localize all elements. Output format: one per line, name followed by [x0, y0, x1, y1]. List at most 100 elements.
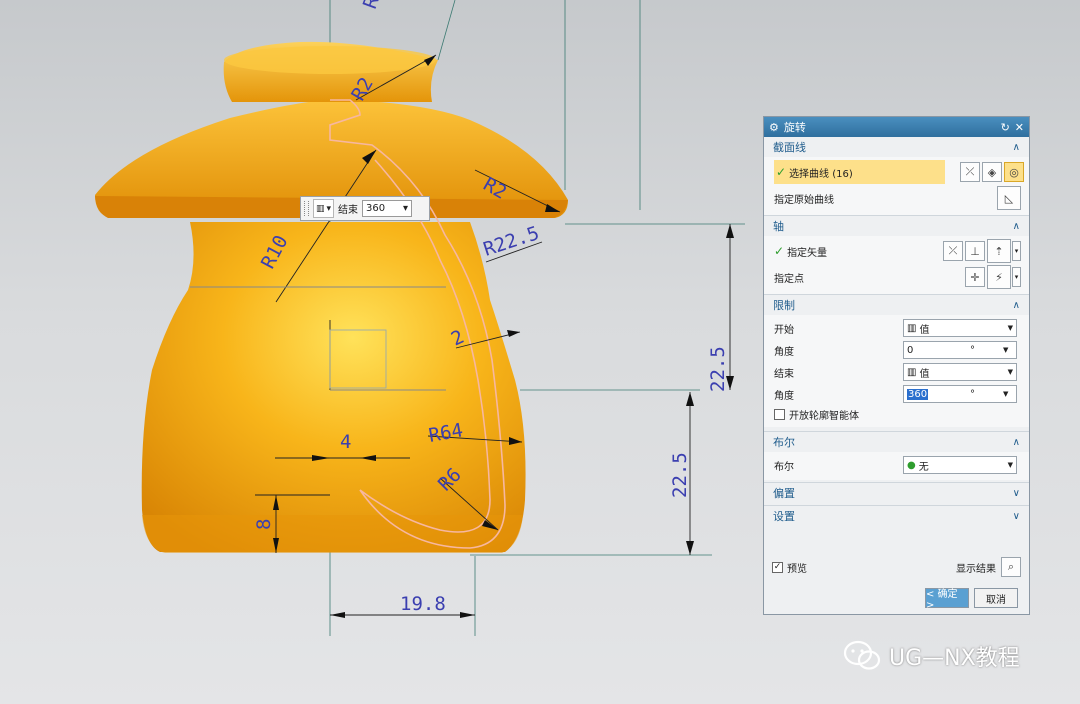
chevron-up-icon: ∧ [1012, 141, 1020, 153]
open-profile-checkbox[interactable] [774, 408, 785, 420]
end-type-select[interactable]: ▥ 值 ▼ [903, 363, 1017, 381]
dialog-title: 旋转 [783, 121, 806, 134]
cancel-button[interactable]: 取消 [974, 588, 1018, 608]
select-curve-label: 选择曲线 (16) [789, 168, 853, 180]
dialog-title-bar[interactable]: ⚙ 旋转 ↻ ✕ [764, 117, 1029, 137]
point-constructor-icon[interactable]: ✛ [965, 267, 985, 287]
close-icon[interactable]: ✕ [1015, 121, 1024, 134]
section-axis-header[interactable]: 轴 ∧ [764, 215, 1029, 236]
dim-22-5-lower[interactable]: 22.5 [669, 452, 691, 498]
chevron-up-icon: ∧ [1012, 436, 1020, 448]
section-limits-header[interactable]: 限制 ∧ [764, 294, 1029, 315]
start-angle-input[interactable]: 0 ° ▼ [903, 341, 1017, 359]
section-offset-header[interactable]: 偏置 ∨ [764, 482, 1029, 503]
section-title: 设置 [773, 510, 795, 523]
start-type-value: 值 [919, 324, 930, 336]
select-curve-row[interactable]: ✓ 选择曲线 (16) ⤫ ◈ ◎ [774, 160, 1024, 184]
value-type-icon: ▥ [316, 203, 325, 214]
degree-unit: ° [970, 344, 975, 356]
specify-original-label: 指定原始曲线 [774, 194, 834, 206]
end-angle-input[interactable]: 360 ° ▼ [903, 385, 1017, 403]
preview-checkbox[interactable]: ✓ [772, 562, 783, 573]
end-angle-value: 360 [907, 388, 929, 400]
deselect-icon[interactable]: ⤫ [943, 241, 963, 261]
end-angle-row: 角度 360 ° ▼ [764, 383, 1029, 405]
specify-original-row[interactable]: 指定原始曲线 ◺ [764, 185, 1029, 211]
boolean-row: 布尔 ● 无 ▼ [764, 454, 1029, 476]
end-row: 结束 ▥ 值 ▼ [764, 361, 1029, 383]
show-result-label: 显示结果 [956, 563, 996, 575]
magnifier-icon[interactable]: ⌕ [1001, 557, 1021, 577]
chevron-down-icon: ▼ [1007, 324, 1013, 332]
floating-mini-toolbar[interactable]: ▥ ▾ 结束 360 ▾ [300, 196, 430, 221]
section-title: 轴 [773, 220, 784, 233]
curve-rule-icon[interactable]: ◈ [982, 162, 1002, 182]
chevron-down-icon: ▾ [326, 203, 332, 214]
show-result-row[interactable]: 显示结果 ⌕ [956, 557, 1021, 577]
specify-vector-label: 指定矢量 [787, 247, 828, 259]
reset-icon[interactable]: ↻ [1001, 121, 1010, 134]
ok-button[interactable]: < 确定 > [925, 588, 969, 611]
section-title: 截面线 [773, 141, 806, 154]
dim-8[interactable]: 8 [253, 519, 275, 530]
section-boolean-header[interactable]: 布尔 ∧ [764, 431, 1029, 452]
dim-4[interactable]: 4 [340, 431, 351, 453]
mini-end-value: 360 [366, 203, 386, 214]
section-title: 偏置 [773, 487, 795, 500]
wechat-icon [843, 640, 881, 670]
limits-body: 开始 ▥ 值 ▼ 角度 0 ° ▼ 结束 ▥ 值 ▼ 角度 360 ° ▼ 开放… [764, 315, 1029, 427]
chevron-down-icon: ▼ [1003, 346, 1009, 354]
chevron-down-icon: ∨ [1012, 510, 1020, 522]
specify-point-label: 指定点 [774, 273, 804, 285]
vector-constructor-icon[interactable]: ⊥ [965, 241, 985, 261]
dim-22-5-upper[interactable]: 22.5 [707, 346, 729, 392]
boolean-value: 无 [918, 461, 929, 473]
deselect-icon[interactable]: ⤫ [960, 162, 980, 182]
watermark-text: UG—NX教程 [889, 646, 1020, 671]
dim-19-8[interactable]: 19.8 [400, 593, 446, 615]
section-curve-body: ✓ 选择曲线 (16) ⤫ ◈ ◎ 指定原始曲线 ◺ [764, 157, 1029, 215]
open-profile-row[interactable]: 开放轮廓智能体 [764, 405, 1029, 423]
inferred-point-icon[interactable]: ⚡ [987, 265, 1011, 289]
dim-r-top[interactable]: R [359, 0, 384, 12]
start-angle-value: 0 [907, 344, 914, 356]
grip-handle[interactable] [304, 201, 309, 216]
revolve-dialog[interactable]: ⚙ 旋转 ↻ ✕ 截面线 ∧ ✓ 选择曲线 (16) ⤫ ◈ ◎ 指定原始曲线 … [763, 116, 1030, 615]
section-title: 布尔 [773, 436, 795, 449]
revolved-part[interactable] [95, 41, 568, 553]
chevron-down-icon: ▼ [1003, 390, 1009, 398]
section-title: 限制 [773, 299, 795, 312]
degree-unit: ° [970, 388, 975, 400]
gear-icon: ⚙ [769, 120, 779, 134]
section-section-curve-header[interactable]: 截面线 ∧ [764, 137, 1029, 157]
end-type-value: 值 [919, 368, 930, 380]
chevron-down-icon: ▼ [1007, 461, 1013, 469]
mini-end-label: 结束 [338, 205, 359, 216]
value-type-icon: ▥ [907, 366, 917, 378]
specify-vector-row[interactable]: ✓ 指定矢量 ⤫ ⊥ ⇡ ▾ [764, 238, 1029, 264]
chevron-up-icon: ∧ [1012, 220, 1020, 232]
inferred-vector-icon[interactable]: ⇡ [987, 239, 1011, 263]
watermark: UG—NX教程 [843, 640, 1020, 672]
boolean-body: 布尔 ● 无 ▼ [764, 452, 1029, 480]
preview-row[interactable]: ✓ 预览 [772, 560, 807, 575]
dialog-footer: ✓ 预览 显示结果 ⌕ < 确定 > 取消 [764, 556, 1029, 614]
chevron-down-icon: ▼ [1007, 368, 1013, 376]
mini-end-input[interactable]: 360 ▾ [362, 200, 413, 217]
value-type-button[interactable]: ▥ ▾ [313, 199, 335, 218]
section-settings-header[interactable]: 设置 ∨ [764, 505, 1029, 526]
chevron-up-icon: ∧ [1012, 299, 1020, 311]
preview-label: 预览 [787, 564, 807, 575]
original-curve-icon[interactable]: ◺ [997, 186, 1021, 210]
select-curve-icon[interactable]: ◎ [1004, 162, 1024, 182]
boolean-select[interactable]: ● 无 ▼ [903, 456, 1017, 474]
chevron-down-icon[interactable]: ▾ [1012, 241, 1021, 261]
specify-point-row[interactable]: 指定点 ✛ ⚡ ▾ [764, 264, 1029, 290]
value-type-icon: ▥ [907, 322, 917, 334]
chevron-down-icon[interactable]: ▾ [1012, 267, 1021, 287]
dim-r22-5[interactable]: R22.5 [481, 222, 542, 261]
chevron-down-icon: ∨ [1012, 487, 1020, 499]
checkmark-icon: ✓ [774, 244, 785, 258]
start-type-select[interactable]: ▥ 值 ▼ [903, 319, 1017, 337]
start-row: 开始 ▥ 值 ▼ [764, 317, 1029, 339]
